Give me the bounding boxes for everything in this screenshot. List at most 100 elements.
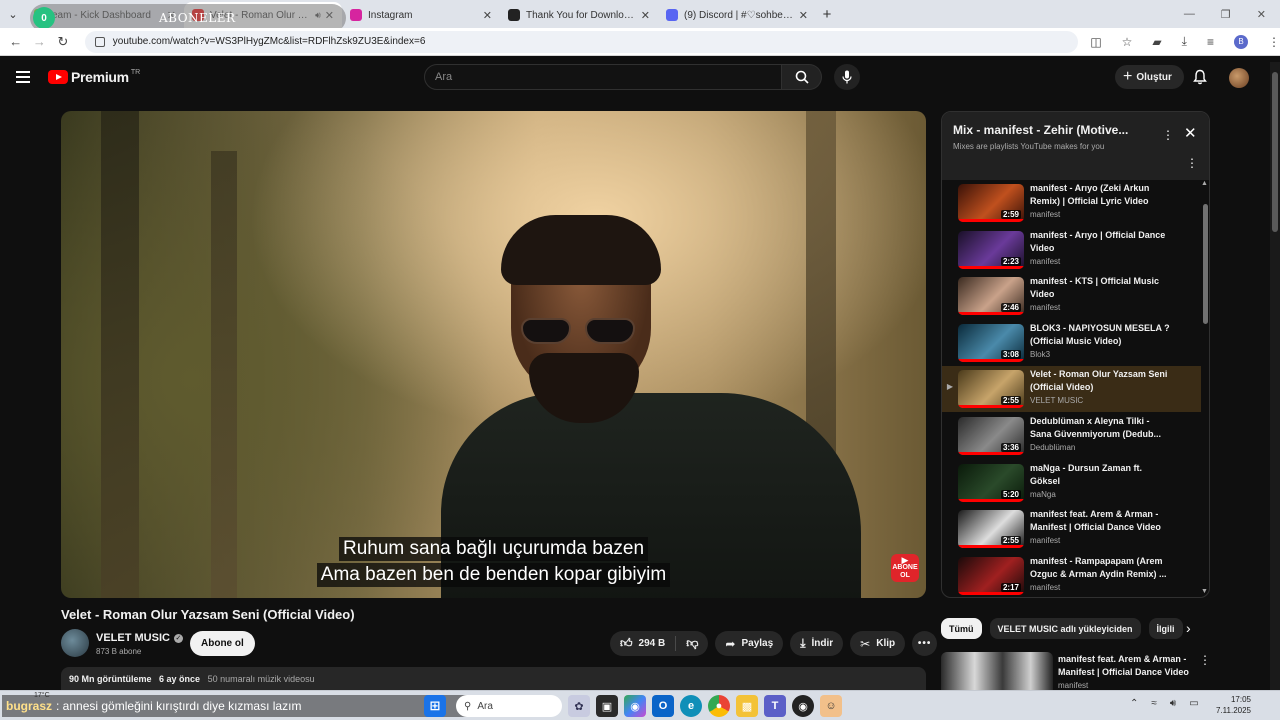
reading-list-icon[interactable]: ≡	[1207, 35, 1214, 49]
page-scrollbar[interactable]	[1270, 62, 1280, 690]
video-player[interactable]: Ruhum sana bağlı uçurumda bazen Ama baze…	[61, 111, 926, 598]
recommended-title[interactable]: manifest feat. Arem & Arman - Manifest |…	[1058, 653, 1196, 679]
extensions-icon[interactable]: ▰	[1152, 35, 1161, 49]
playlist-item[interactable]: 3:08 BLOK3 - NAPIYOSUN MESELA ? (Official…	[942, 320, 1201, 366]
widget-app-icon[interactable]: ✿	[568, 695, 590, 717]
browser-tab[interactable]: Instagram ✕	[342, 2, 500, 28]
copilot-icon[interactable]: ◉	[624, 695, 646, 717]
playlist-item[interactable]: 2:46 manifest - KTS | Official Music Vide…	[942, 273, 1201, 319]
playlist-item[interactable]: 2:59 manifest - Arıyo (Zeki Arkun Remix) …	[942, 180, 1201, 226]
playlist-thumbnail[interactable]: 3:08	[958, 323, 1024, 362]
subscribe-watermark-badge[interactable]: ▶ ABONE OL	[891, 554, 919, 582]
share-button[interactable]: ➦ Paylaş	[715, 631, 784, 656]
menu-icon[interactable]	[16, 71, 30, 83]
start-windows-icon[interactable]: ⊞	[424, 695, 446, 717]
playlist-title[interactable]: Mix - manifest - Zehir (Motive...	[953, 123, 1143, 137]
recommended-more-icon[interactable]: ⋮	[1199, 653, 1211, 667]
playlist-index	[942, 553, 958, 569]
channel-name[interactable]: VELET MUSIC	[96, 632, 170, 644]
url-field[interactable]: youtube.com/watch?v=WS3PlHygZMc&list=RDF…	[84, 30, 1079, 53]
tab-close-icon[interactable]: ✕	[641, 9, 650, 22]
playlist-item[interactable]: 2:23 manifest - Arıyo | Official Dance Vi…	[942, 227, 1201, 273]
bookmark-star-icon[interactable]: ☆	[1122, 35, 1133, 49]
edge-browser-icon[interactable]: e	[680, 695, 702, 717]
file-explorer-icon[interactable]: ▩	[736, 695, 758, 717]
back-icon[interactable]: ←	[4, 34, 28, 49]
teams-icon[interactable]: T	[764, 695, 786, 717]
task-view-icon[interactable]: ▣	[596, 695, 618, 717]
playlist-thumbnail[interactable]: 2:46	[958, 277, 1024, 316]
site-info-icon[interactable]	[94, 36, 105, 47]
create-button[interactable]: + Oluştur	[1115, 65, 1184, 89]
like-button[interactable]: 👍︎ 294 B	[610, 631, 675, 656]
download-icon[interactable]: ⤓	[1182, 34, 1187, 49]
notifications-bell-icon[interactable]	[1192, 69, 1208, 90]
channel-name-row[interactable]: VELET MUSIC ✓	[96, 632, 183, 644]
obs-icon[interactable]: ◉	[792, 695, 814, 717]
dislike-button[interactable]: 👎︎	[676, 631, 708, 656]
taskbar-search[interactable]: ⚲ Ara	[456, 695, 562, 717]
playlist-item[interactable]: 2:17 manifest - Rampapapam (Arem Ozguc & …	[942, 553, 1201, 597]
recommended-thumbnail[interactable]	[941, 652, 1053, 690]
profile-avatar[interactable]: B	[1233, 34, 1248, 49]
clip-button[interactable]: ✂ Klip	[850, 631, 906, 656]
outlook-icon[interactable]: O	[652, 695, 674, 717]
playlist-more-icon[interactable]: ⋮	[1162, 128, 1174, 142]
subscribe-button[interactable]: Abone ol	[190, 631, 255, 656]
browser-menu-icon[interactable]: ⋮	[1268, 35, 1280, 49]
close-window-icon[interactable]: ✕	[1257, 8, 1266, 21]
tab-list-chevron-icon[interactable]: ⌄	[0, 0, 26, 28]
reload-icon[interactable]: ↻	[51, 34, 75, 50]
channel-avatar[interactable]	[61, 629, 89, 657]
scroll-up-icon[interactable]: ▲	[1201, 180, 1208, 187]
playlist-item-title: manifest - KTS | Official Music Video	[1030, 276, 1160, 300]
filter-chip[interactable]: İlgili	[1148, 618, 1183, 639]
chart-tag[interactable]: 50 numaralı müzik videosu	[208, 674, 315, 684]
playlist-thumbnail[interactable]: 2:17	[958, 556, 1024, 595]
recommended-video[interactable]: manifest feat. Arem & Arman - Manifest |…	[941, 650, 1216, 690]
playlist-thumbnail[interactable]: 2:59	[958, 184, 1024, 222]
playlist-thumbnail[interactable]: 5:20	[958, 463, 1024, 502]
playlist-item[interactable]: 3:36 Dedublüman x Aleyna Tilki - Sana Güv…	[942, 413, 1201, 459]
playlist-item[interactable]: ▶ 2:55 Velet - Roman Olur Yazsam Seni (Off…	[942, 366, 1201, 413]
playlist-scrollbar[interactable]: ▲ ▼	[1201, 180, 1209, 597]
description-box[interactable]: 90 Mn görüntüleme 6 ay önce 50 numaralı …	[61, 667, 926, 692]
playlist-thumbnail[interactable]: 2:55	[958, 510, 1024, 549]
browser-tab[interactable]: (9) Discord | #♡sohbet | Bu ✕	[658, 2, 816, 28]
speaker-icon[interactable]: 🔊︎	[1170, 698, 1176, 709]
tray-overflow-icon[interactable]: ⌃	[1130, 698, 1138, 709]
network-icon[interactable]: ≈	[1151, 698, 1157, 709]
more-actions-button[interactable]: •••	[912, 631, 938, 656]
forward-icon[interactable]: →	[28, 34, 52, 49]
scroll-down-icon[interactable]: ▼	[1201, 588, 1208, 595]
search-button[interactable]	[782, 64, 822, 90]
chips-next-chevron-icon[interactable]: ›	[1186, 620, 1191, 636]
playlist-thumbnail[interactable]: 3:36	[958, 417, 1024, 455]
playlist-options-icon[interactable]: ⋮	[1186, 156, 1198, 170]
taskbar-clock[interactable]: 17:05 7.11.2025	[1216, 694, 1251, 716]
filter-chip[interactable]: VELET MUSIC adlı yükleyiciden	[989, 618, 1141, 639]
search-input[interactable]	[424, 64, 782, 90]
playlist-item[interactable]: 5:20 maNga - Dursun Zaman ft. Göksel maNga	[942, 460, 1201, 506]
new-tab-button[interactable]: +	[816, 6, 838, 23]
weather-temperature[interactable]: 17°C	[34, 692, 50, 699]
tab-close-icon[interactable]: ✕	[799, 9, 808, 22]
download-button[interactable]: ⤓ İndir	[790, 631, 844, 656]
restore-icon[interactable]: ❐	[1221, 8, 1231, 21]
filter-chip[interactable]: Tümü	[941, 618, 982, 639]
playlist-item[interactable]: 2:55 manifest feat. Arem & Arman - Manife…	[942, 506, 1201, 552]
youtube-premium-logo[interactable]: Premium TR	[48, 69, 140, 85]
recommended-channel[interactable]: manifest	[1058, 681, 1088, 690]
playlist-thumbnail[interactable]: 2:55	[958, 370, 1024, 409]
playlist-thumbnail[interactable]: 2:23	[958, 230, 1024, 269]
voice-search-button[interactable]	[834, 64, 860, 90]
tab-close-icon[interactable]: ✕	[483, 9, 492, 22]
character-app-icon[interactable]: ☺	[820, 695, 842, 717]
minimize-icon[interactable]: —	[1184, 8, 1195, 21]
account-avatar[interactable]	[1229, 68, 1249, 88]
playlist-close-icon[interactable]: ✕	[1184, 124, 1197, 142]
install-app-icon[interactable]: ◫	[1090, 35, 1101, 49]
battery-icon[interactable]: ▭	[1189, 698, 1198, 709]
browser-tab[interactable]: Thank You for Downloading Po ✕	[500, 2, 658, 28]
chrome-icon[interactable]: ●	[708, 695, 730, 717]
